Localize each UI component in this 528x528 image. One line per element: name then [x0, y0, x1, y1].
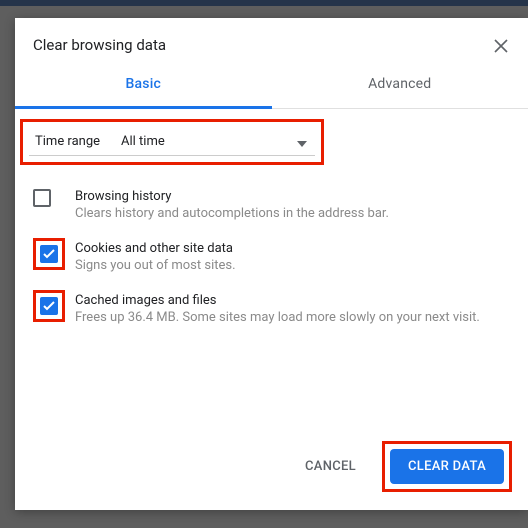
option-sub: Frees up 36.4 MB. Some sites may load mo…	[75, 310, 516, 325]
dialog-header: Clear browsing data	[15, 18, 528, 64]
option-cached: Cached images and files Frees up 36.4 MB…	[15, 283, 528, 335]
highlight-box-cached	[33, 290, 65, 322]
highlight-box-cookies	[33, 238, 65, 270]
highlight-box-time-range: Time range All time	[20, 119, 324, 165]
option-cookies: Cookies and other site data Signs you ou…	[15, 231, 528, 283]
option-title: Cookies and other site data	[75, 241, 516, 256]
clear-data-button[interactable]: CLEAR DATA	[390, 449, 504, 484]
dialog-body: Time range All time Browsing history Cle…	[15, 109, 528, 423]
tab-advanced[interactable]: Advanced	[272, 64, 528, 108]
tab-basic[interactable]: Basic	[15, 64, 272, 109]
checkbox-browsing-history[interactable]	[33, 189, 51, 207]
option-title: Cached images and files	[75, 293, 516, 308]
checkbox-cookies[interactable]	[40, 245, 58, 263]
option-sub: Signs you out of most sites.	[75, 258, 516, 273]
time-range-label: Time range	[35, 134, 113, 149]
highlight-box-clear-data: CLEAR DATA	[382, 441, 512, 492]
close-icon[interactable]	[494, 38, 508, 52]
checkbox-cached[interactable]	[40, 297, 58, 315]
option-sub: Clears history and autocompletions in th…	[75, 206, 516, 221]
option-title: Browsing history	[75, 189, 516, 204]
time-range-value: All time	[113, 134, 297, 149]
clear-browsing-data-dialog: Clear browsing data Basic Advanced Time …	[15, 18, 528, 510]
time-range-select[interactable]: Time range All time	[29, 128, 315, 156]
dialog-footer: CANCEL CLEAR DATA	[15, 423, 528, 510]
chevron-down-icon	[297, 132, 315, 151]
option-browsing-history: Browsing history Clears history and auto…	[15, 179, 528, 231]
cancel-button[interactable]: CANCEL	[287, 449, 374, 484]
dialog-title: Clear browsing data	[33, 36, 494, 54]
tabs: Basic Advanced	[15, 64, 528, 109]
